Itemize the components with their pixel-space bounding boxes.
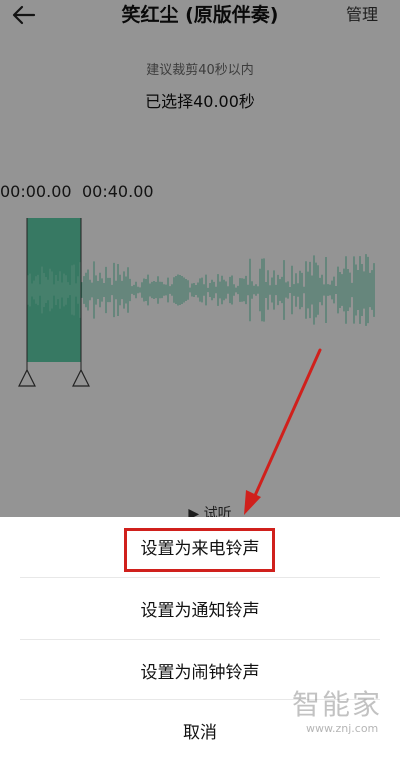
divider	[20, 577, 380, 578]
cancel-option[interactable]: 取消	[0, 701, 400, 759]
divider	[20, 639, 380, 640]
set-ringtone-option[interactable]: 设置为来电铃声	[0, 517, 400, 575]
ringtone-action-sheet: 设置为来电铃声 设置为通知铃声 设置为闹钟铃声 取消	[0, 517, 400, 754]
set-alarm-option[interactable]: 设置为闹钟铃声	[0, 641, 400, 699]
divider	[20, 699, 380, 700]
set-notification-option[interactable]: 设置为通知铃声	[0, 579, 400, 637]
